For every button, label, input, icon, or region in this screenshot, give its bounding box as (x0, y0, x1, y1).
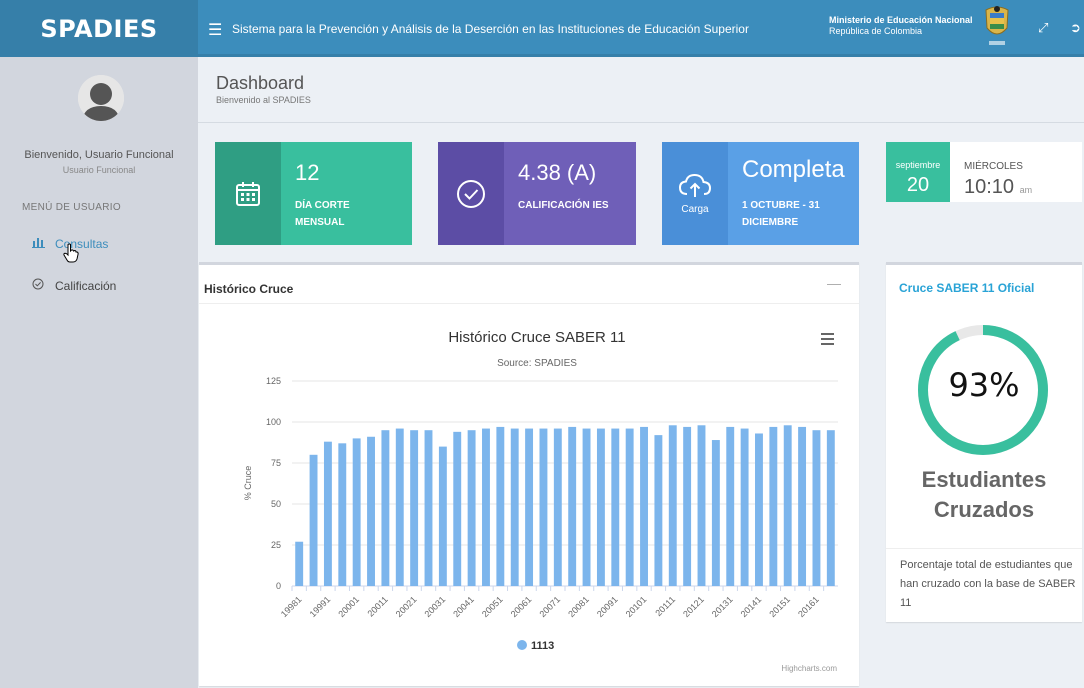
panel-divider (886, 548, 1082, 549)
bar (467, 430, 476, 586)
y-tick-label: 50 (271, 499, 281, 509)
bar (668, 425, 677, 586)
chart-subtitle: Source: SPADIES (497, 358, 577, 369)
panel-title: Cruce SABER 11 Oficial (899, 281, 1035, 295)
bar (625, 428, 634, 586)
x-tick-label: 19991 (308, 594, 333, 619)
cruzados-label: Cruzados (933, 497, 1035, 522)
bar (453, 431, 462, 586)
bar (424, 430, 433, 586)
chart-menu-icon (821, 343, 834, 345)
x-tick-label: 20141 (739, 594, 764, 619)
bar (352, 438, 361, 586)
bar (395, 428, 404, 586)
chart-menu-icon (821, 333, 834, 335)
bar (611, 428, 620, 586)
x-tick-label: 19981 (279, 594, 304, 619)
bar (381, 430, 390, 586)
chart-menu-icon (821, 338, 834, 340)
bar (539, 428, 548, 586)
bar (309, 454, 318, 586)
bar (367, 436, 375, 586)
x-tick-label: 20021 (394, 594, 419, 619)
bar (596, 428, 605, 586)
estudiantes-label: Estudiantes (921, 467, 1047, 492)
x-tick-label: 20121 (681, 594, 706, 619)
cruce-description: Porcentaje total de estudiantes que han … (900, 559, 1076, 609)
x-tick-label: 20061 (509, 594, 534, 619)
x-tick-label: 20161 (796, 594, 821, 619)
bar (525, 428, 534, 586)
x-tick-label: 20011 (366, 594, 390, 618)
x-tick-label: 20081 (566, 594, 591, 619)
bar (654, 435, 663, 586)
bar (582, 428, 591, 586)
bar (812, 430, 821, 586)
bar (783, 425, 792, 586)
y-tick-label: 0 (276, 581, 281, 591)
bar (568, 426, 577, 586)
x-tick-label: 20001 (336, 594, 361, 619)
bar (755, 433, 763, 586)
bar (323, 441, 332, 586)
bar (438, 446, 447, 586)
y-tick-label: 25 (271, 540, 281, 550)
x-tick-label: 20111 (653, 594, 677, 618)
bar (683, 426, 692, 586)
bar (697, 425, 706, 586)
legend-item: 1113 (531, 640, 554, 652)
x-tick-label: 20091 (595, 594, 620, 619)
x-tick-label: 20051 (480, 594, 505, 619)
chart-title: Histórico Cruce SABER 11 (448, 329, 625, 346)
bar (338, 443, 347, 586)
bar (553, 428, 562, 586)
bar (740, 428, 749, 586)
bar (640, 426, 648, 586)
x-tick-label: 20041 (451, 594, 476, 619)
x-tick-label: 20071 (537, 594, 562, 619)
y-axis-label: % Cruce (243, 466, 253, 501)
bar (482, 428, 490, 586)
bar (726, 426, 735, 586)
bar (798, 426, 807, 586)
y-tick-label: 75 (271, 458, 281, 468)
bar (410, 430, 419, 586)
y-tick-label: 125 (266, 376, 281, 386)
y-tick-label: 100 (266, 417, 281, 427)
percent-value: 93% (948, 366, 1020, 404)
bar (769, 426, 778, 586)
bar (295, 541, 304, 586)
x-tick-label: 20131 (710, 594, 735, 619)
bar (711, 440, 720, 586)
bar (826, 430, 835, 586)
bar (496, 426, 505, 586)
x-tick-label: 20101 (624, 594, 649, 619)
bar (510, 428, 519, 586)
x-tick-label: 20151 (767, 594, 792, 619)
legend-marker (517, 640, 527, 650)
x-tick-label: 20031 (423, 594, 448, 619)
chart-credits: Highcharts.com (781, 664, 837, 673)
